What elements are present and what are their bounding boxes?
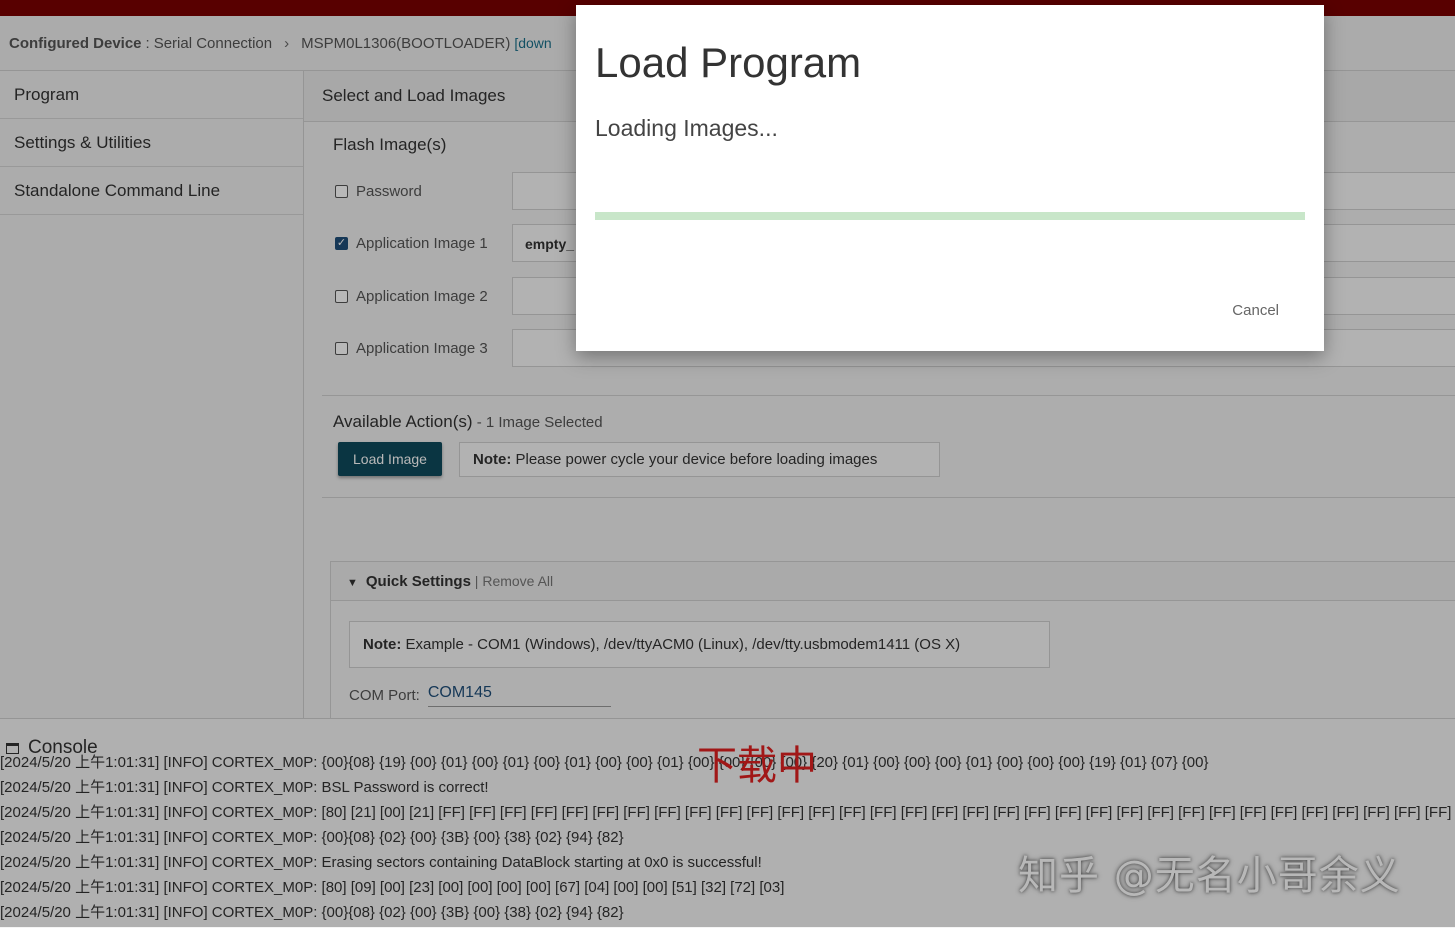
- app-image-3-checkbox[interactable]: [335, 341, 348, 355]
- check-icon: ✓: [336, 236, 347, 249]
- cancel-button[interactable]: Cancel: [1226, 301, 1285, 320]
- watermark: 知乎 @无名小哥余义: [1018, 853, 1401, 899]
- com-port-label: COM Port:: [349, 687, 420, 704]
- com-port-input[interactable]: COM145: [427, 684, 611, 707]
- password-checkbox[interactable]: [335, 184, 348, 198]
- available-actions-title: Available Action(s) - 1 Image Selected: [333, 412, 603, 432]
- remove-all-link[interactable]: | Remove All: [471, 573, 553, 589]
- section-divider: [322, 497, 1455, 498]
- breadcrumb-connection[interactable]: Serial Connection: [154, 35, 272, 52]
- note-bold: Note:: [473, 451, 512, 468]
- chevron-right-icon: ›: [284, 34, 290, 52]
- app-image-1-checkbox[interactable]: ✓: [335, 236, 348, 250]
- dialog-title: Load Program: [595, 39, 862, 86]
- breadcrumb-separator: :: [145, 34, 150, 52]
- power-cycle-note: Note: Please power cycle your device bef…: [459, 442, 940, 477]
- sidebar-item-label: Standalone Command Line: [14, 181, 221, 200]
- available-actions-label: Available Action(s): [333, 412, 473, 431]
- app-image-2-checkbox[interactable]: [335, 289, 348, 303]
- sidebar-item-label: Program: [14, 85, 80, 104]
- load-program-dialog: Load Program Loading Images... Cancel: [576, 5, 1324, 351]
- quick-settings-header[interactable]: ▼ Quick Settings | Remove All: [331, 562, 1455, 601]
- caret-down-icon: ▼: [347, 577, 358, 589]
- log-line: [2024/5/20 上午1:01:31] [INFO] CORTEX_M0P:…: [0, 804, 1452, 821]
- log-line: [2024/5/20 上午1:01:31] [INFO] CORTEX_M0P:…: [0, 904, 624, 921]
- configured-device-label: Configured Device: [9, 34, 142, 52]
- section-divider: [322, 395, 1455, 396]
- sidebar-item-settings[interactable]: Settings & Utilities: [0, 119, 303, 167]
- progress-bar: [595, 212, 1305, 220]
- app-image-2-label: Application Image 2: [356, 287, 488, 305]
- flash-images-title: Flash Image(s): [333, 135, 447, 154]
- downloading-annotation: 下载中: [697, 743, 817, 789]
- password-label: Password: [356, 182, 422, 200]
- sidebar-item-program[interactable]: Program: [0, 71, 303, 119]
- sidebar-item-command-line[interactable]: Standalone Command Line: [0, 167, 303, 215]
- quick-settings-title: Quick Settings: [365, 573, 471, 590]
- com-port-note: Note: Example - COM1 (Windows), /dev/tty…: [349, 621, 1050, 668]
- dialog-message: Loading Images...: [595, 115, 778, 141]
- app-image-1-label: Application Image 1: [356, 234, 488, 252]
- note-text: Example - COM1 (Windows), /dev/ttyACM0 (…: [401, 636, 961, 653]
- image-selected-count: - 1 Image Selected: [472, 414, 603, 431]
- breadcrumb-download-link[interactable]: [down: [514, 35, 551, 51]
- app-image-3-label: Application Image 3: [356, 339, 488, 357]
- com-port-row: COM Port: COM145: [349, 684, 611, 707]
- breadcrumb-device[interactable]: MSPM0L1306(BOOTLOADER): [301, 35, 510, 52]
- sidebar: Program Settings & Utilities Standalone …: [0, 71, 304, 718]
- load-image-button[interactable]: Load Image: [338, 442, 442, 476]
- sidebar-item-label: Settings & Utilities: [14, 133, 151, 152]
- note-text: Please power cycle your device before lo…: [511, 451, 878, 468]
- note-bold: Note:: [363, 636, 402, 653]
- quick-settings-panel: ▼ Quick Settings | Remove All Note: Examp…: [330, 561, 1455, 720]
